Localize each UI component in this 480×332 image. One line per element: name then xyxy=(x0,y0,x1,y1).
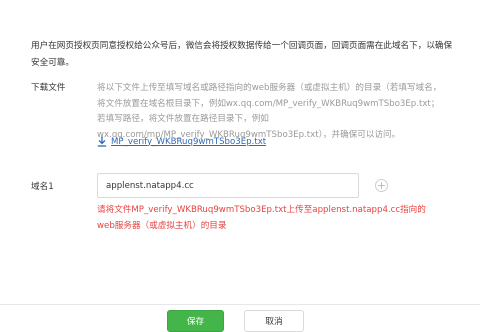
download-file-name: MP_verify_WKBRuq9wmTSbo3Ep.txt xyxy=(111,136,267,147)
download-instructions: 将以下文件上传至填写域名或路径指向的web服务器（或虚拟主机）的目录（若填写域名… xyxy=(97,83,442,141)
cancel-button[interactable]: 取消 xyxy=(244,310,304,332)
download-file-label: 下载文件 xyxy=(31,83,66,93)
download-icon xyxy=(97,136,107,147)
footer-divider xyxy=(0,304,480,305)
domain-input[interactable] xyxy=(97,173,359,198)
download-file-link[interactable]: MP_verify_WKBRuq9wmTSbo3Ep.txt xyxy=(97,136,266,147)
intro-text: 用户在网页授权页同意授权给公众号后，微信会将授权数据传给一个回调页面，回调页面需… xyxy=(31,41,453,68)
add-domain-button[interactable]: + xyxy=(375,179,388,192)
domain-label: 域名1 xyxy=(31,182,54,192)
save-button[interactable]: 保存 xyxy=(167,310,224,332)
domain-error-message: 请将文件MP_verify_WKBRuq9wmTSbo3Ep.txt上传至app… xyxy=(97,205,426,231)
plus-circle-icon: + xyxy=(376,179,387,192)
